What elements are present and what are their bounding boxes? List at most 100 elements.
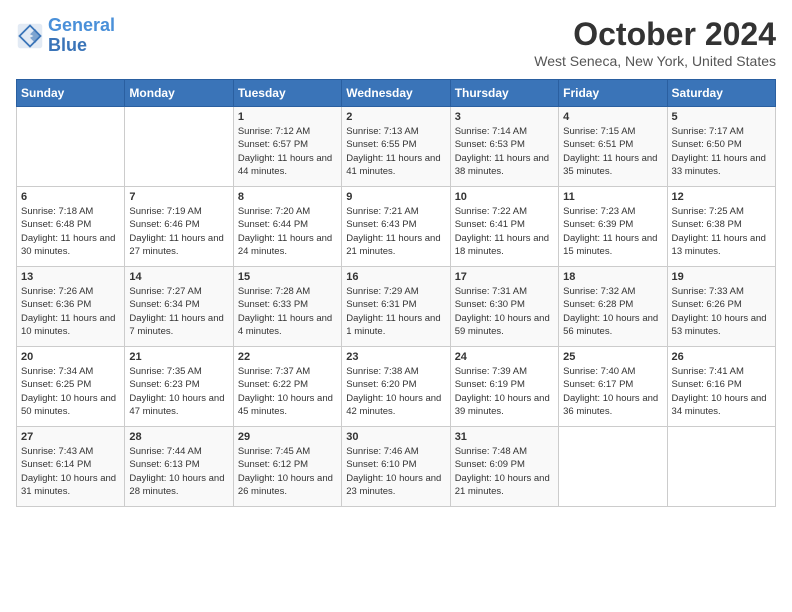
day-number: 3 xyxy=(455,111,554,123)
day-cell: 8 Sunrise: 7:20 AM Sunset: 6:44 PM Daylig… xyxy=(233,187,341,267)
day-cell: 19 Sunrise: 7:33 AM Sunset: 6:26 PM Dayli… xyxy=(667,267,775,347)
day-number: 6 xyxy=(21,191,120,203)
logo-line1: General xyxy=(48,15,115,35)
day-cell: 2 Sunrise: 7:13 AM Sunset: 6:55 PM Daylig… xyxy=(342,107,450,187)
day-cell: 15 Sunrise: 7:28 AM Sunset: 6:33 PM Dayli… xyxy=(233,267,341,347)
day-info: Sunrise: 7:37 AM Sunset: 6:22 PM Dayligh… xyxy=(238,365,337,418)
day-info: Sunrise: 7:34 AM Sunset: 6:25 PM Dayligh… xyxy=(21,365,120,418)
header-cell-wednesday: Wednesday xyxy=(342,80,450,107)
day-cell: 21Sunrise: 7:35 AM Sunset: 6:23 PM Dayli… xyxy=(125,347,233,427)
day-cell: 10 Sunrise: 7:22 AM Sunset: 6:41 PM Dayli… xyxy=(450,187,558,267)
day-number: 10 xyxy=(455,191,554,203)
day-info: Sunrise: 7:22 AM Sunset: 6:41 PM Dayligh… xyxy=(455,205,554,258)
day-info: Sunrise: 7:21 AM Sunset: 6:43 PM Dayligh… xyxy=(346,205,445,258)
day-info: Sunrise: 7:33 AM Sunset: 6:26 PM Dayligh… xyxy=(672,285,771,338)
month-title: October 2024 xyxy=(534,16,776,53)
day-cell: 3 Sunrise: 7:14 AM Sunset: 6:53 PM Daylig… xyxy=(450,107,558,187)
day-cell: 5Sunrise: 7:17 AM Sunset: 6:50 PM Daylig… xyxy=(667,107,775,187)
day-cell: 1 Sunrise: 7:12 AM Sunset: 6:57 PM Daylig… xyxy=(233,107,341,187)
day-cell: 23 Sunrise: 7:38 AM Sunset: 6:20 PM Dayli… xyxy=(342,347,450,427)
day-number: 24 xyxy=(455,351,554,363)
day-number: 18 xyxy=(563,271,662,283)
day-cell xyxy=(125,107,233,187)
day-info: Sunrise: 7:31 AM Sunset: 6:30 PM Dayligh… xyxy=(455,285,554,338)
day-cell: 20 Sunrise: 7:34 AM Sunset: 6:25 PM Dayli… xyxy=(17,347,125,427)
day-cell xyxy=(559,427,667,507)
day-number: 19 xyxy=(672,271,771,283)
day-number: 5 xyxy=(672,111,771,123)
day-cell xyxy=(667,427,775,507)
day-info: Sunrise: 7:45 AM Sunset: 6:12 PM Dayligh… xyxy=(238,445,337,498)
title-block: October 2024 West Seneca, New York, Unit… xyxy=(534,16,776,69)
day-number: 13 xyxy=(21,271,120,283)
day-cell: 27Sunrise: 7:43 AM Sunset: 6:14 PM Dayli… xyxy=(17,427,125,507)
week-row-3: 13 Sunrise: 7:26 AM Sunset: 6:36 PM Dayli… xyxy=(17,267,776,347)
day-cell: 24 Sunrise: 7:39 AM Sunset: 6:19 PM Dayli… xyxy=(450,347,558,427)
header-cell-saturday: Saturday xyxy=(667,80,775,107)
logo: General Blue xyxy=(16,16,115,56)
day-info: Sunrise: 7:25 AM Sunset: 6:38 PM Dayligh… xyxy=(672,205,771,258)
day-cell: 9 Sunrise: 7:21 AM Sunset: 6:43 PM Daylig… xyxy=(342,187,450,267)
day-number: 30 xyxy=(346,431,445,443)
day-info: Sunrise: 7:28 AM Sunset: 6:33 PM Dayligh… xyxy=(238,285,337,338)
day-info: Sunrise: 7:12 AM Sunset: 6:57 PM Dayligh… xyxy=(238,125,337,178)
day-number: 7 xyxy=(129,191,228,203)
day-cell: 6 Sunrise: 7:18 AM Sunset: 6:48 PM Daylig… xyxy=(17,187,125,267)
day-cell: 26 Sunrise: 7:41 AM Sunset: 6:16 PM Dayli… xyxy=(667,347,775,427)
week-row-4: 20 Sunrise: 7:34 AM Sunset: 6:25 PM Dayli… xyxy=(17,347,776,427)
day-info: Sunrise: 7:18 AM Sunset: 6:48 PM Dayligh… xyxy=(21,205,120,258)
week-row-1: 1 Sunrise: 7:12 AM Sunset: 6:57 PM Daylig… xyxy=(17,107,776,187)
day-info: Sunrise: 7:23 AM Sunset: 6:39 PM Dayligh… xyxy=(563,205,662,258)
day-info: Sunrise: 7:46 AM Sunset: 6:10 PM Dayligh… xyxy=(346,445,445,498)
day-info: Sunrise: 7:13 AM Sunset: 6:55 PM Dayligh… xyxy=(346,125,445,178)
day-cell: 16 Sunrise: 7:29 AM Sunset: 6:31 PM Dayli… xyxy=(342,267,450,347)
day-info: Sunrise: 7:38 AM Sunset: 6:20 PM Dayligh… xyxy=(346,365,445,418)
day-info: Sunrise: 7:35 AM Sunset: 6:23 PM Dayligh… xyxy=(129,365,228,418)
day-number: 14 xyxy=(129,271,228,283)
day-number: 4 xyxy=(563,111,662,123)
day-cell: 31 Sunrise: 7:48 AM Sunset: 6:09 PM Dayli… xyxy=(450,427,558,507)
logo-icon xyxy=(16,22,44,50)
day-number: 25 xyxy=(563,351,662,363)
day-cell: 29Sunrise: 7:45 AM Sunset: 6:12 PM Dayli… xyxy=(233,427,341,507)
day-cell: 28Sunrise: 7:44 AM Sunset: 6:13 PM Dayli… xyxy=(125,427,233,507)
day-info: Sunrise: 7:48 AM Sunset: 6:09 PM Dayligh… xyxy=(455,445,554,498)
day-number: 1 xyxy=(238,111,337,123)
week-row-5: 27Sunrise: 7:43 AM Sunset: 6:14 PM Dayli… xyxy=(17,427,776,507)
day-info: Sunrise: 7:41 AM Sunset: 6:16 PM Dayligh… xyxy=(672,365,771,418)
day-number: 23 xyxy=(346,351,445,363)
page-header: General Blue October 2024 West Seneca, N… xyxy=(16,16,776,69)
day-number: 8 xyxy=(238,191,337,203)
day-cell: 11 Sunrise: 7:23 AM Sunset: 6:39 PM Dayli… xyxy=(559,187,667,267)
day-cell: 22 Sunrise: 7:37 AM Sunset: 6:22 PM Dayli… xyxy=(233,347,341,427)
day-number: 26 xyxy=(672,351,771,363)
day-info: Sunrise: 7:14 AM Sunset: 6:53 PM Dayligh… xyxy=(455,125,554,178)
day-number: 2 xyxy=(346,111,445,123)
day-number: 22 xyxy=(238,351,337,363)
header-cell-sunday: Sunday xyxy=(17,80,125,107)
day-cell: 14Sunrise: 7:27 AM Sunset: 6:34 PM Dayli… xyxy=(125,267,233,347)
day-info: Sunrise: 7:29 AM Sunset: 6:31 PM Dayligh… xyxy=(346,285,445,338)
logo-line2: Blue xyxy=(48,36,115,56)
day-number: 16 xyxy=(346,271,445,283)
day-cell: 25 Sunrise: 7:40 AM Sunset: 6:17 PM Dayli… xyxy=(559,347,667,427)
location: West Seneca, New York, United States xyxy=(534,53,776,69)
day-cell: 30 Sunrise: 7:46 AM Sunset: 6:10 PM Dayli… xyxy=(342,427,450,507)
day-info: Sunrise: 7:39 AM Sunset: 6:19 PM Dayligh… xyxy=(455,365,554,418)
day-cell: 7Sunrise: 7:19 AM Sunset: 6:46 PM Daylig… xyxy=(125,187,233,267)
day-number: 15 xyxy=(238,271,337,283)
day-number: 31 xyxy=(455,431,554,443)
day-cell: 18Sunrise: 7:32 AM Sunset: 6:28 PM Dayli… xyxy=(559,267,667,347)
logo-text: General Blue xyxy=(48,16,115,56)
day-number: 20 xyxy=(21,351,120,363)
day-info: Sunrise: 7:20 AM Sunset: 6:44 PM Dayligh… xyxy=(238,205,337,258)
week-row-2: 6 Sunrise: 7:18 AM Sunset: 6:48 PM Daylig… xyxy=(17,187,776,267)
header-row: SundayMondayTuesdayWednesdayThursdayFrid… xyxy=(17,80,776,107)
day-info: Sunrise: 7:26 AM Sunset: 6:36 PM Dayligh… xyxy=(21,285,120,338)
day-info: Sunrise: 7:40 AM Sunset: 6:17 PM Dayligh… xyxy=(563,365,662,418)
day-cell: 12Sunrise: 7:25 AM Sunset: 6:38 PM Dayli… xyxy=(667,187,775,267)
day-number: 9 xyxy=(346,191,445,203)
header-cell-monday: Monday xyxy=(125,80,233,107)
day-number: 11 xyxy=(563,191,662,203)
header-cell-tuesday: Tuesday xyxy=(233,80,341,107)
